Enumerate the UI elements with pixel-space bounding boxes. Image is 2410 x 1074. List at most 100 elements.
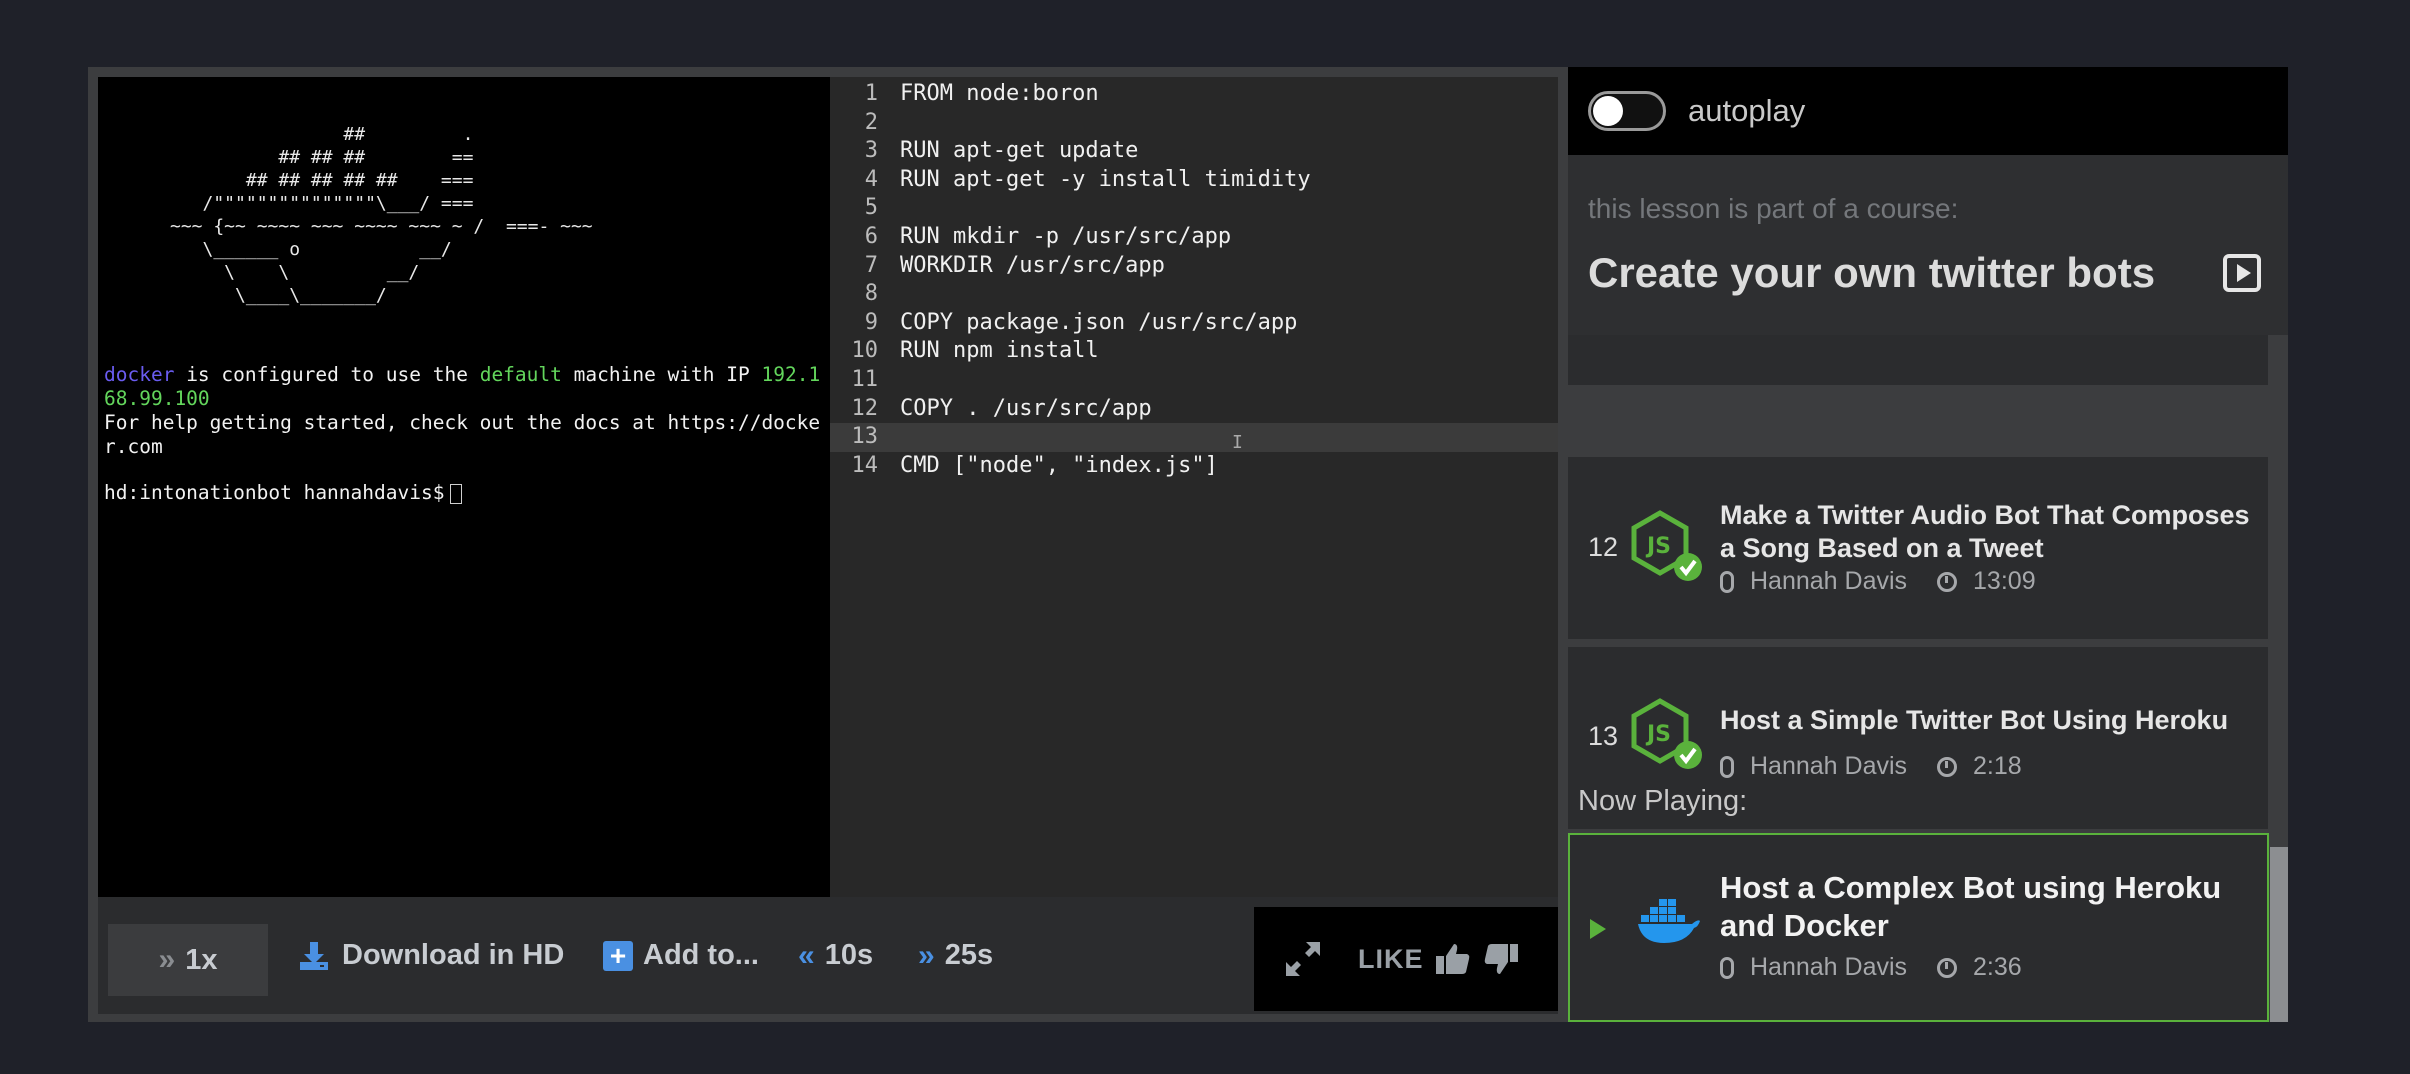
line-number: 4 (864, 166, 878, 192)
terminal-pane: ## . ## ## ## == ## ## ## ## ## === /"""… (98, 77, 830, 897)
code-text: FROM node:boron (900, 81, 1099, 106)
autoplay-bar: autoplay (1568, 67, 2288, 155)
now-playing-author: Hannah Davis (1750, 953, 1908, 981)
code-text: COPY package.json /usr/src/app (900, 309, 1298, 335)
fullscreen-icon[interactable] (1282, 938, 1324, 980)
lesson-item[interactable]: 12 JS Make a Twitter Audio Bot That Comp… (1568, 457, 2268, 639)
line-number: 1 (864, 81, 878, 106)
plus-icon: + (603, 940, 633, 971)
chevron-double-right-icon: » (158, 943, 176, 976)
clock-icon (1937, 756, 1958, 777)
code-line: 4 RUN apt-get -y install timidity (830, 166, 1558, 195)
add-to-button[interactable]: + Add to... (603, 897, 759, 1014)
play-course-icon[interactable] (2222, 253, 2262, 293)
code-text: RUN mkdir -p /usr/src/app (900, 223, 1232, 249)
toggle-knob (1593, 96, 1623, 126)
speed-label: 1x (185, 943, 218, 976)
code-line: 1 FROM node:boron (830, 80, 1558, 109)
now-playing-title: Host a Complex Bot using Heroku and Dock… (1720, 870, 2222, 943)
code-line: 10 RUN npm install (830, 337, 1558, 366)
forward-label: 25s (944, 939, 994, 971)
terminal-output: docker is configured to use the default … (104, 363, 826, 505)
code-text: RUN npm install (900, 338, 1099, 364)
code-line: 3 RUN apt-get update (830, 137, 1558, 166)
now-playing-duration: 2:36 (1973, 953, 2022, 981)
lesson-author: Hannah Davis (1750, 567, 1908, 595)
lesson-title: Host a Simple Twitter Bot Using Heroku (1720, 705, 2229, 735)
line-number: 12 (851, 395, 879, 421)
forward-button[interactable]: » 25s (918, 897, 993, 1014)
scrollbar-thumb[interactable] (2270, 847, 2288, 1022)
download-button[interactable]: Download in HD (298, 897, 564, 1014)
line-number: 7 (864, 252, 878, 278)
terminal-line: For help getting started, check out the … (104, 411, 821, 458)
line-number: 14 (851, 452, 879, 478)
code-line: 11 (830, 366, 1558, 395)
docker-ascii-art: ## . ## ## ## == ## ## ## ## ## === /"""… (170, 124, 593, 306)
code-text: CMD ["node", "index.js"] (900, 452, 1218, 478)
thumbs-down-icon[interactable] (1482, 940, 1520, 978)
lesson-duration: 13:09 (1973, 567, 2036, 595)
line-number: 11 (851, 366, 879, 392)
code-line: 2 (830, 109, 1558, 138)
lesson-sidebar: autoplay this lesson is part of a course… (1568, 67, 2288, 1022)
nodejs-logo-icon: JS (1631, 698, 1702, 769)
code-text: RUN apt-get update (900, 138, 1139, 164)
now-playing-label: Now Playing: (1578, 785, 1748, 817)
nodejs-logo-icon: JS (1631, 510, 1702, 581)
line-number: 8 (864, 281, 878, 307)
code-line: 12 COPY . /usr/src/app (830, 395, 1558, 424)
code-editor: 1 FROM node:boron 2 3 RUN apt-get update 4 RUN… (830, 77, 1558, 897)
line-number: 10 (851, 338, 879, 364)
code-text: WORKDIR /usr/src/app (900, 252, 1165, 278)
autoplay-label: autoplay (1688, 93, 1806, 128)
terminal-line: docker is configured to use the default … (104, 363, 826, 411)
course-header[interactable]: this lesson is part of a course: Create … (1568, 155, 2288, 335)
lesson-meta: Hannah Davis 13:09 (1720, 567, 2036, 596)
like-label: LIKE (1358, 943, 1424, 974)
thumbs-up-icon[interactable] (1434, 940, 1472, 978)
code-line: 9 COPY package.json /usr/src/app (830, 309, 1558, 338)
terminal-prompt: hd:intonationbot hannahdavis$ (104, 481, 445, 504)
autoplay-toggle[interactable] (1588, 91, 1666, 131)
line-number: 3 (864, 138, 878, 164)
terminal-text: is configured to use the (174, 363, 480, 386)
code-line: 8 (830, 280, 1558, 309)
line-number: 9 (864, 309, 878, 335)
now-playing-item[interactable]: Host a Complex Bot using Heroku and Dock… (1568, 833, 2269, 1022)
code-text: COPY . /usr/src/app (900, 395, 1152, 421)
chevron-double-left-icon: « (798, 938, 815, 972)
text-cursor-icon: I (1232, 432, 1243, 453)
rewind-button[interactable]: « 10s (798, 897, 873, 1014)
docker-logo-icon (1638, 899, 1700, 943)
play-icon (1590, 919, 1606, 939)
chevron-double-right-icon: » (918, 938, 935, 972)
lesson-meta: Hannah Davis 2:18 (1720, 752, 2022, 781)
svg-text:JS: JS (1645, 534, 1671, 559)
lesson-title: Make a Twitter Audio Bot That Composes a… (1720, 500, 2250, 563)
line-number: 6 (864, 223, 878, 249)
code-text: RUN apt-get -y install timidity (900, 166, 1311, 192)
line-number: 13 (851, 424, 879, 450)
right-controls: LIKE (1254, 907, 1558, 1011)
terminal-word: default (479, 363, 562, 386)
author-icon (1720, 570, 1734, 593)
line-number: 5 (864, 195, 878, 221)
svg-text:JS: JS (1645, 722, 1671, 747)
code-line: 5 (830, 194, 1558, 223)
code-line: 7 WORKDIR /usr/src/app (830, 252, 1558, 281)
course-title[interactable]: Create your own twitter bots (1588, 249, 2155, 297)
line-number: 2 (864, 109, 878, 135)
clock-icon (1937, 571, 1958, 592)
author-icon (1720, 755, 1734, 778)
clock-icon (1937, 957, 1958, 978)
speed-button[interactable]: » 1x (108, 924, 268, 996)
code-line: 14 CMD ["node", "index.js"] (830, 452, 1558, 481)
lesson-author: Hannah Davis (1750, 752, 1908, 780)
rewind-label: 10s (824, 939, 874, 971)
terminal-word: docker (104, 363, 175, 386)
terminal-cursor (450, 483, 463, 504)
player-controls: » 1x Download in HD + Add to... « 10s » … (98, 897, 1558, 1014)
video-area[interactable]: ## . ## ## ## == ## ## ## ## ## === /"""… (98, 77, 1558, 897)
lesson-duration: 2:18 (1973, 752, 2022, 780)
